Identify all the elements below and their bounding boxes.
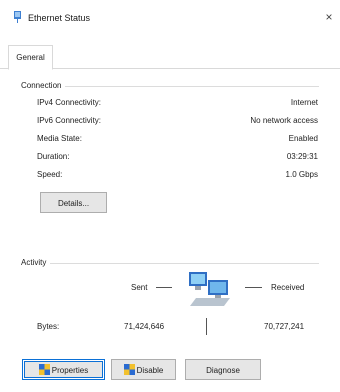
tab-general[interactable]: General — [8, 45, 53, 70]
details-button[interactable]: Details... — [40, 192, 107, 213]
ipv6-connectivity-value: No network access — [250, 116, 318, 125]
disable-button-label: Disable — [136, 366, 164, 375]
diagnose-button[interactable]: Diagnose — [185, 359, 261, 380]
bytes-received-value: 70,727,241 — [264, 322, 305, 331]
received-label: Received — [271, 283, 305, 292]
bytes-sent-value: 71,424,646 — [124, 322, 165, 331]
duration-label: Duration: — [37, 152, 70, 161]
duration-value: 03:29:31 — [286, 152, 318, 161]
disable-adapter-icon — [123, 364, 135, 375]
bytes-divider — [206, 318, 207, 335]
connection-group-label: Connection — [21, 81, 66, 90]
speed-value: 1.0 Gbps — [285, 170, 318, 179]
activity-group-label: Activity — [21, 258, 51, 267]
properties-button[interactable]: Properties — [22, 359, 105, 380]
bytes-label: Bytes: — [37, 322, 60, 331]
window-title: Ethernet Status — [28, 13, 91, 23]
media-state-label: Media State: — [37, 134, 82, 143]
media-state-value: Enabled — [288, 134, 318, 143]
sent-line — [156, 287, 172, 288]
title-bar: Ethernet Status × — [0, 0, 340, 36]
close-button[interactable]: × — [321, 9, 337, 25]
activity-group-line — [21, 263, 319, 264]
connection-group-line — [21, 86, 319, 87]
shield-icon — [38, 364, 50, 375]
tab-strip: General — [0, 36, 340, 70]
sent-label: Sent — [131, 283, 148, 292]
disable-button[interactable]: Disable — [111, 359, 176, 380]
network-adapter-icon — [14, 11, 21, 23]
ipv4-connectivity-value: Internet — [290, 98, 318, 107]
network-computers-icon — [189, 272, 230, 306]
properties-button-label: Properties — [51, 366, 89, 375]
speed-label: Speed: — [37, 170, 63, 179]
received-line — [245, 287, 262, 288]
ipv4-connectivity-label: IPv4 Connectivity: — [37, 98, 102, 107]
ipv6-connectivity-label: IPv6 Connectivity: — [37, 116, 102, 125]
